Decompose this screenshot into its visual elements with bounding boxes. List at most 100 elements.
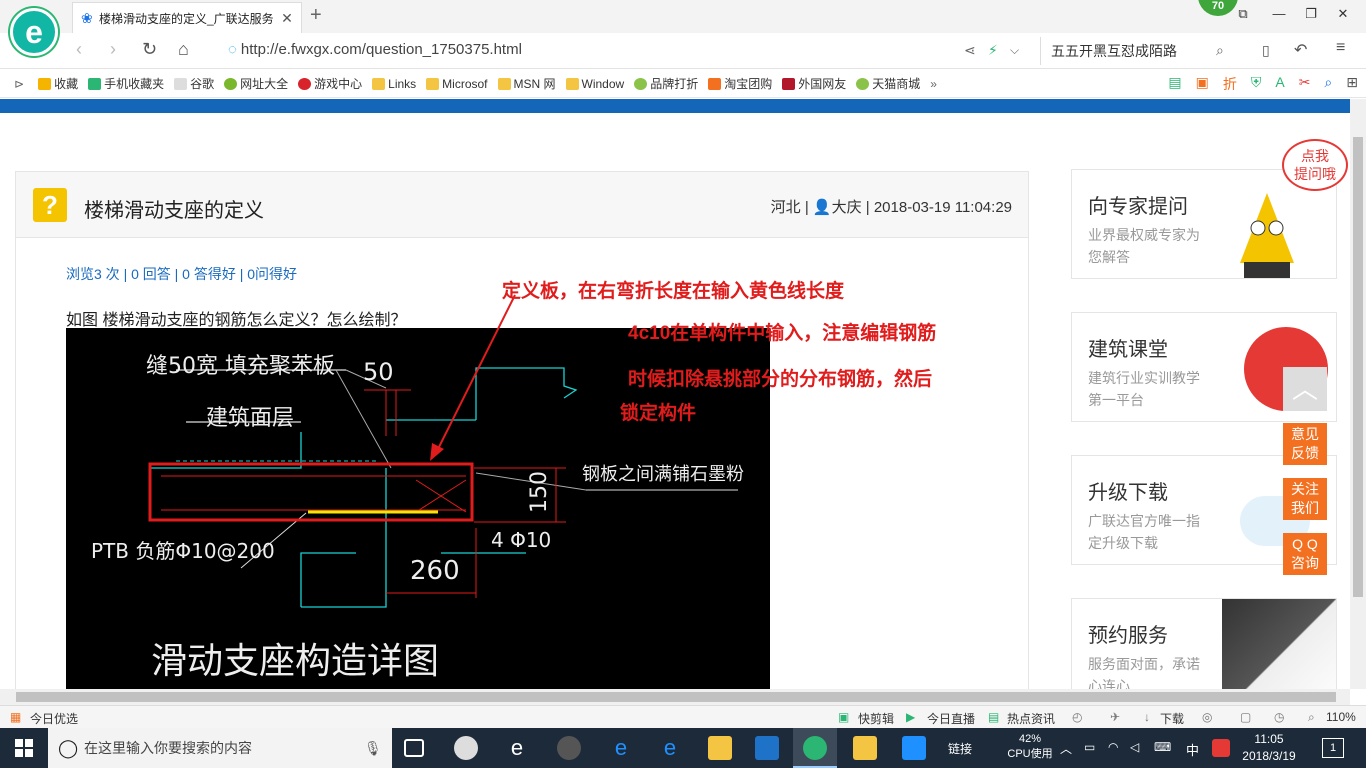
- live-link[interactable]: 今日直播: [927, 710, 975, 727]
- today-picks-link[interactable]: 今日优选: [30, 710, 78, 727]
- cpu-meter[interactable]: 42% CPU使用: [1000, 732, 1060, 762]
- tab-title: 楼梯滑动支座的定义_广联达服务: [99, 11, 274, 26]
- chat-app-icon[interactable]: [557, 736, 581, 760]
- share-icon[interactable]: ⋖: [964, 42, 976, 59]
- tab-close-icon[interactable]: ✕: [279, 10, 295, 27]
- horizontal-scroll-thumb[interactable]: [16, 692, 1336, 702]
- wifi-icon[interactable]: ◠: [1108, 740, 1118, 754]
- tv-icon[interactable]: ▣: [1196, 74, 1209, 94]
- lightning-icon[interactable]: ⚡: [988, 42, 998, 59]
- menu-icon[interactable]: ≡: [1336, 39, 1345, 57]
- home-icon[interactable]: ⌂: [178, 39, 189, 60]
- zoom-level[interactable]: 110%: [1326, 710, 1356, 724]
- apps-icon[interactable]: ⊞: [1346, 74, 1358, 94]
- history-icon[interactable]: ◷: [1274, 710, 1284, 724]
- volume-icon[interactable]: ◁: [1130, 740, 1139, 754]
- url-field[interactable]: ◌ http://e.fwxgx.com/question_1750375.htm…: [228, 41, 522, 58]
- notification-count: 1: [1329, 742, 1337, 754]
- vertical-scroll-thumb[interactable]: [1353, 137, 1363, 597]
- skin-icon[interactable]: ⧉: [1228, 6, 1258, 26]
- bookmark-item[interactable]: 品牌打折: [634, 75, 698, 92]
- back-icon[interactable]: ‹: [76, 39, 82, 60]
- file-explorer-icon[interactable]: [708, 736, 732, 760]
- speed-icon[interactable]: ◴: [1072, 710, 1082, 724]
- bookmark-item[interactable]: 谷歌: [174, 75, 214, 92]
- phone-icon[interactable]: ▯: [1262, 42, 1270, 59]
- sogou-ime-icon[interactable]: [1212, 739, 1230, 757]
- follow-us-button[interactable]: 关注 我们: [1283, 478, 1327, 520]
- browser-tab[interactable]: ❀ 楼梯滑动支座的定义_广联达服务 ✕: [72, 2, 302, 33]
- security-icon: ◌: [228, 41, 237, 58]
- window-icon[interactable]: ▢: [1240, 710, 1251, 724]
- internet-explorer-icon[interactable]: e: [658, 736, 682, 760]
- microphone-icon[interactable]: 🎙: [364, 728, 382, 768]
- news-icon: ▤: [988, 710, 1000, 724]
- bookmark-item[interactable]: 淘宝团购: [708, 75, 772, 92]
- chevron-down-icon[interactable]: ⌵: [1010, 43, 1019, 58]
- start-button[interactable]: [0, 728, 48, 768]
- bookmark-item[interactable]: 手机收藏夹: [88, 75, 164, 92]
- edge-icon[interactable]: e: [609, 736, 633, 760]
- zoom-icon: ⌕: [1308, 710, 1315, 724]
- notes-app-icon[interactable]: [853, 736, 877, 760]
- clock[interactable]: 11:05 2018/3/19: [1236, 731, 1302, 765]
- bookmark-item[interactable]: 游戏中心: [298, 75, 362, 92]
- search-text: 五五开黑互怼成陌路: [1051, 43, 1177, 59]
- scissors-icon[interactable]: ✂: [1299, 74, 1311, 94]
- back-to-top-button[interactable]: ︿: [1283, 367, 1327, 411]
- browser-taskbar-button[interactable]: [793, 728, 837, 768]
- refresh-icon[interactable]: ↻: [142, 39, 157, 60]
- ime-indicator[interactable]: 中: [1186, 740, 1199, 759]
- notification-center-button[interactable]: 1: [1322, 738, 1344, 758]
- battery-icon[interactable]: ▭: [1084, 740, 1095, 754]
- glodon-app-icon[interactable]: [755, 736, 779, 760]
- tools-icon[interactable]: ✈: [1110, 710, 1120, 724]
- horizontal-scrollbar[interactable]: [0, 689, 1350, 705]
- shield-icon[interactable]: ⛨: [1251, 74, 1262, 94]
- sidebar-card-appointment[interactable]: 预约服务 服务面对面，承诺心连心: [1071, 598, 1337, 689]
- kuaijianji-link[interactable]: 快剪辑: [858, 710, 894, 727]
- discount-icon[interactable]: 折: [1223, 74, 1237, 94]
- keyboard-icon[interactable]: ⌨: [1154, 740, 1171, 754]
- feedback-button[interactable]: 意见 反馈: [1283, 423, 1327, 465]
- tray-expand-icon[interactable]: ︿: [1060, 740, 1072, 757]
- ie-e-icon[interactable]: e: [505, 736, 529, 760]
- browser-logo-icon[interactable]: e: [10, 8, 58, 56]
- bookmark-item[interactable]: 天猫商城: [856, 75, 920, 92]
- cortana-icon: ◯: [58, 738, 79, 758]
- magnifier-icon[interactable]: ⌕: [1324, 74, 1332, 94]
- bookmark-item[interactable]: 外国网友: [782, 75, 846, 92]
- ask-bubble[interactable]: 点我 提问哦: [1282, 139, 1348, 191]
- close-window-button[interactable]: ✕: [1328, 6, 1358, 26]
- undo-icon[interactable]: ↶: [1294, 40, 1307, 60]
- tool-app-icon[interactable]: [902, 736, 926, 760]
- book-icon[interactable]: ▤: [1168, 74, 1181, 94]
- fan-app-icon[interactable]: [454, 736, 478, 760]
- news-link[interactable]: 热点资讯: [1007, 710, 1055, 727]
- taskbar-search-input[interactable]: ◯ 在这里输入你要搜索的内容 🎙: [48, 728, 392, 768]
- bookmark-item[interactable]: MSN 网: [497, 75, 556, 92]
- new-tab-button[interactable]: +: [310, 4, 322, 27]
- more-bookmarks-icon[interactable]: »: [930, 77, 937, 91]
- bookmark-item[interactable]: Window: [565, 77, 624, 91]
- cpu-label: CPU使用: [1007, 748, 1053, 760]
- clean-icon[interactable]: ◎: [1202, 710, 1212, 724]
- qq-consult-button[interactable]: Q Q 咨询: [1283, 533, 1327, 575]
- minimize-button[interactable]: —: [1264, 6, 1294, 26]
- bookmark-item[interactable]: Links: [372, 77, 416, 91]
- bookmark-item[interactable]: 网址大全: [224, 75, 288, 92]
- search-icon[interactable]: ⌕: [1216, 42, 1224, 59]
- download-link[interactable]: 下载: [1160, 710, 1184, 727]
- bookmark-item[interactable]: 收藏: [38, 75, 78, 92]
- search-input[interactable]: 五五开黑互怼成陌路: [1040, 37, 1240, 65]
- address-bar: ‹ › ↻ ⌂ ◌ http://e.fwxgx.com/question_175…: [0, 33, 1366, 69]
- translate-icon[interactable]: A: [1275, 74, 1284, 94]
- bookmark-item[interactable]: Microsof: [426, 77, 488, 91]
- forward-icon[interactable]: ›: [110, 39, 116, 60]
- sidebar-toggle-icon[interactable]: ⊳: [14, 77, 24, 91]
- maximize-button[interactable]: ❐: [1296, 6, 1326, 26]
- taskbar-search-placeholder: 在这里输入你要搜索的内容: [84, 740, 252, 756]
- links-label[interactable]: 链接: [948, 740, 972, 757]
- task-view-icon[interactable]: [404, 739, 424, 757]
- vertical-scrollbar[interactable]: [1350, 99, 1366, 689]
